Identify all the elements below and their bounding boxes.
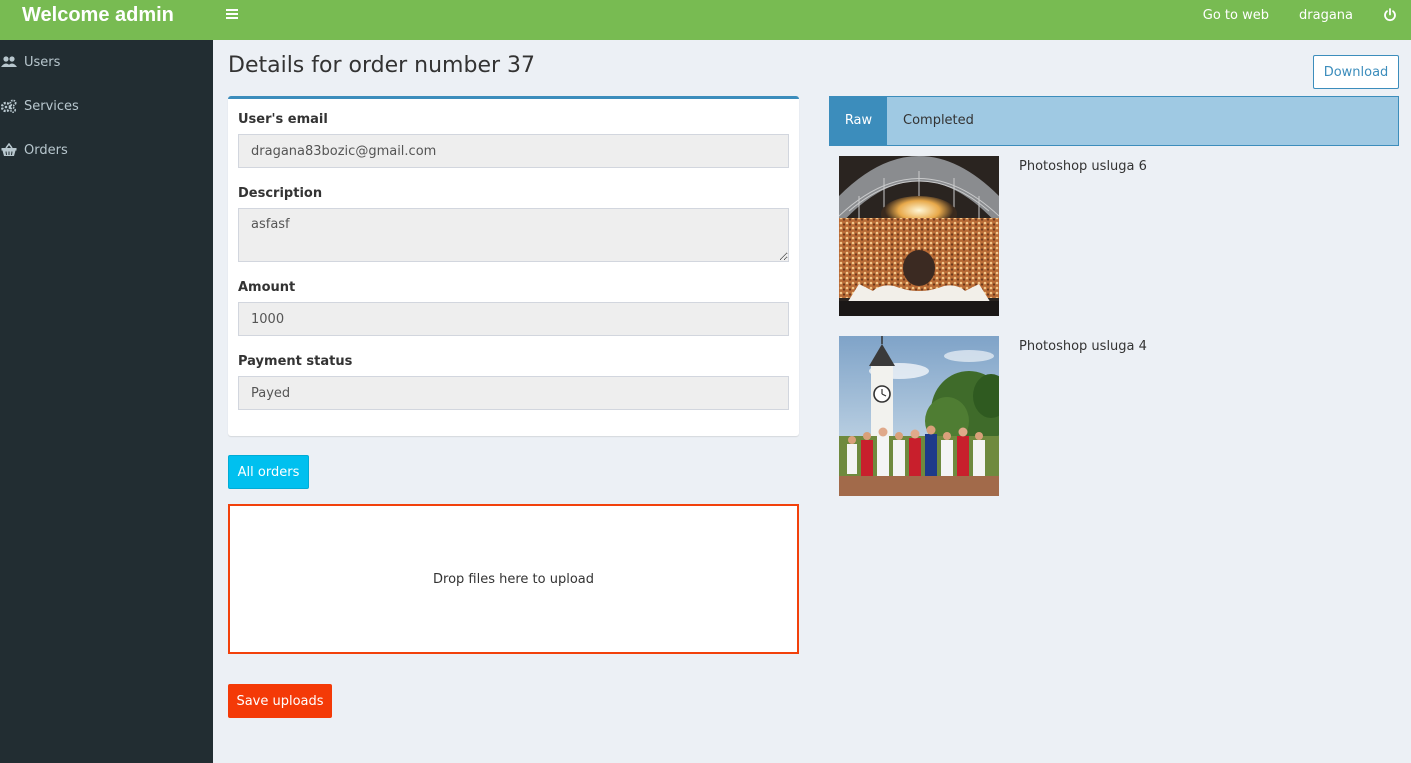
download-button[interactable]: Download [1313, 55, 1399, 89]
users-icon [1, 54, 17, 70]
page-title: Details for order number 37 [228, 53, 536, 78]
sidebar: Users Services Orders [0, 40, 213, 763]
basket-icon [1, 142, 17, 158]
sidebar-item-orders[interactable]: Orders [0, 128, 213, 172]
brand-title[interactable]: Welcome admin [0, 0, 213, 40]
concert-crowd-photo[interactable] [839, 156, 999, 316]
sidebar-item-services[interactable]: Services [0, 84, 213, 128]
gears-icon [1, 98, 17, 114]
sidebar-item-label: Orders [24, 142, 68, 158]
email-label: User's email [238, 112, 328, 127]
top-nav: Go to web dragana [1203, 0, 1411, 30]
amount-label: Amount [238, 280, 296, 295]
email-field[interactable] [238, 134, 789, 168]
all-orders-button[interactable]: All orders [228, 455, 309, 489]
service-name: Photoshop usluga 4 [1019, 339, 1147, 354]
payment-status-label: Payment status [238, 354, 353, 369]
tab-raw[interactable]: Raw [830, 97, 887, 145]
payment-status-field[interactable] [238, 376, 789, 410]
sidebar-item-users[interactable]: Users [0, 40, 213, 84]
user-menu-link[interactable]: dragana [1299, 8, 1353, 23]
top-navbar: Welcome admin Go to web dragana [0, 0, 1411, 40]
list-item: Photoshop usluga 4 [839, 336, 1399, 496]
dropzone-message: Drop files here to upload [433, 571, 594, 587]
sidebar-item-label: Users [24, 54, 61, 70]
description-field[interactable]: asfasf [238, 208, 789, 262]
menu-toggle-icon[interactable] [226, 7, 242, 23]
power-icon[interactable] [1381, 6, 1399, 24]
file-dropzone[interactable]: Drop files here to upload [228, 504, 799, 654]
clock-tower-group-photo[interactable] [839, 336, 999, 496]
go-to-web-link[interactable]: Go to web [1203, 8, 1269, 23]
tab-completed[interactable]: Completed [887, 97, 990, 145]
description-label: Description [238, 186, 323, 201]
sidebar-item-label: Services [24, 98, 79, 114]
list-item: Photoshop usluga 6 [839, 156, 1399, 316]
save-uploads-button[interactable]: Save uploads [228, 684, 332, 718]
amount-field[interactable] [238, 302, 789, 336]
image-tabs: Raw Completed [829, 96, 1399, 146]
order-details-box: User's email Description asfasf Amount P… [228, 96, 799, 436]
service-name: Photoshop usluga 6 [1019, 159, 1147, 174]
